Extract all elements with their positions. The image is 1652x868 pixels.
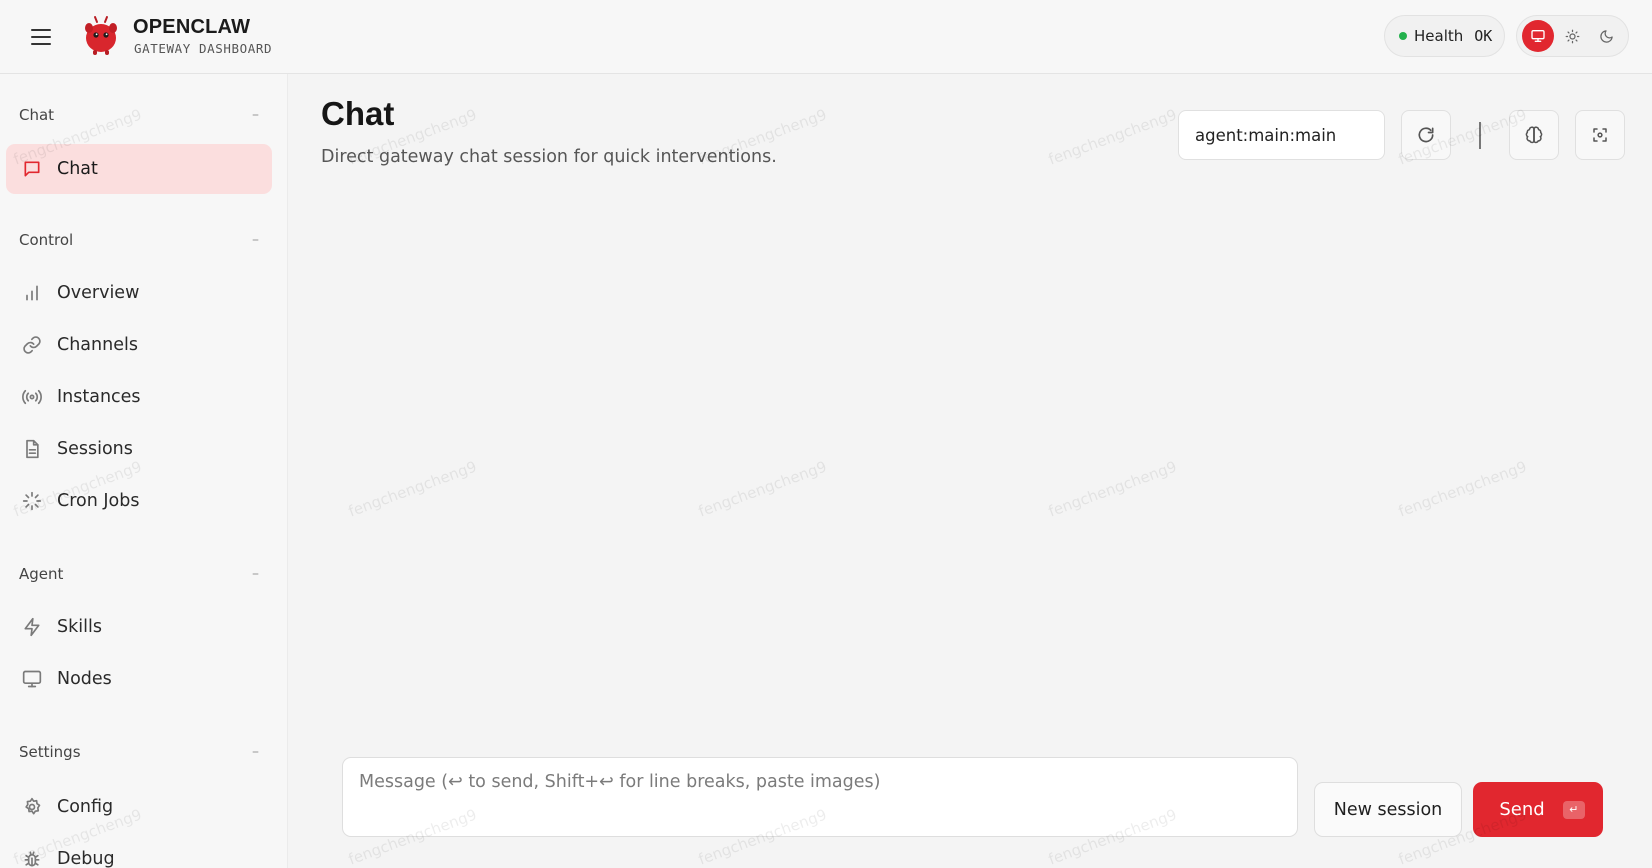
openclaw-logo-icon xyxy=(85,16,117,55)
sidebar-item-chat[interactable]: Chat xyxy=(6,144,272,194)
lightning-icon xyxy=(21,616,43,638)
sidebar-group-chat[interactable]: Chat – xyxy=(19,104,259,126)
sidebar-item-sessions[interactable]: Sessions xyxy=(6,424,272,474)
sidebar-item-overview[interactable]: Overview xyxy=(6,268,272,318)
brand-title: OPENCLAW xyxy=(133,16,251,38)
file-text-icon xyxy=(21,438,43,460)
collapse-icon[interactable]: – xyxy=(252,107,259,123)
session-key-input[interactable] xyxy=(1178,110,1385,160)
sidebar-group-label: Control xyxy=(19,231,74,249)
sidebar-item-label: Debug xyxy=(57,849,115,868)
sidebar-item-label: Nodes xyxy=(57,669,112,689)
top-bar: OPENCLAW GATEWAY DASHBOARD Health OK xyxy=(0,0,1652,74)
sidebar-item-config[interactable]: Config xyxy=(6,782,272,832)
brand-subtitle: GATEWAY DASHBOARD xyxy=(134,41,273,56)
toolbar-divider xyxy=(1479,122,1481,149)
sidebar-group-settings[interactable]: Settings – xyxy=(19,741,259,763)
moon-icon xyxy=(1600,29,1614,43)
theme-light-button[interactable] xyxy=(1556,20,1588,52)
sun-icon xyxy=(1565,29,1580,43)
health-status-badge: Health OK xyxy=(1384,15,1505,57)
send-button[interactable]: Send ↵ xyxy=(1473,782,1603,837)
collapse-icon[interactable]: – xyxy=(252,744,259,760)
sidebar-item-label: Instances xyxy=(57,387,141,407)
sidebar-group-label: Agent xyxy=(19,565,64,583)
sidebar-item-label: Sessions xyxy=(57,439,133,459)
brain-icon xyxy=(1525,126,1543,144)
message-square-icon xyxy=(21,158,43,180)
sidebar-item-debug[interactable]: Debug xyxy=(6,834,272,868)
sidebar-group-label: Chat xyxy=(19,106,55,124)
sidebar-item-label: Cron Jobs xyxy=(57,491,140,511)
watermark-text: fengchengcheng9 xyxy=(1395,457,1530,521)
send-button-label: Send xyxy=(1499,799,1545,820)
sidebar-item-label: Channels xyxy=(57,335,138,355)
theme-dark-button[interactable] xyxy=(1591,20,1623,52)
app-root: OPENCLAW GATEWAY DASHBOARD Health OK Cha… xyxy=(0,0,1652,868)
sidebar-item-nodes[interactable]: Nodes xyxy=(6,654,272,704)
gear-icon xyxy=(21,796,43,818)
bug-icon xyxy=(21,848,43,868)
theme-system-button[interactable] xyxy=(1522,20,1555,52)
focus-icon xyxy=(1593,128,1607,142)
sidebar-item-skills[interactable]: Skills xyxy=(6,602,272,652)
page-title: Chat xyxy=(321,95,395,132)
health-ok-dot-icon xyxy=(1399,32,1407,40)
monitor-icon xyxy=(1531,29,1545,42)
sidebar-item-cron-jobs[interactable]: Cron Jobs xyxy=(6,476,272,526)
enter-key-icon: ↵ xyxy=(1562,800,1585,819)
refresh-button[interactable] xyxy=(1401,110,1451,160)
radio-broadcast-icon xyxy=(21,386,43,408)
sidebar-item-label: Overview xyxy=(57,283,140,303)
thinking-toggle-button[interactable] xyxy=(1509,110,1559,160)
message-input[interactable] xyxy=(342,757,1298,837)
health-value: OK xyxy=(1474,27,1493,45)
watermark-text: fengchengcheng9 xyxy=(695,457,830,521)
sidebar: Chat – Chat Control – Overview Channels xyxy=(0,74,288,868)
collapse-icon[interactable]: – xyxy=(252,232,259,248)
sidebar-item-instances[interactable]: Instances xyxy=(6,372,272,422)
bar-chart-icon xyxy=(21,282,43,304)
sidebar-item-label: Config xyxy=(57,797,114,817)
sidebar-group-agent[interactable]: Agent – xyxy=(19,563,259,585)
collapse-icon[interactable]: – xyxy=(252,566,259,582)
sidebar-item-label: Skills xyxy=(57,617,102,637)
sidebar-item-label: Chat xyxy=(57,159,98,179)
sidebar-item-channels[interactable]: Channels xyxy=(6,320,272,370)
page-subtitle: Direct gateway chat session for quick in… xyxy=(321,147,777,167)
watermark-text: fengchengcheng9 xyxy=(1045,457,1180,521)
loader-icon xyxy=(21,490,43,512)
link-icon xyxy=(21,334,43,356)
theme-switcher xyxy=(1516,15,1629,57)
hamburger-menu-icon[interactable] xyxy=(22,22,60,52)
sidebar-group-control[interactable]: Control – xyxy=(19,229,259,251)
refresh-icon xyxy=(1418,127,1434,143)
monitor-icon xyxy=(21,668,43,690)
sidebar-group-label: Settings xyxy=(19,743,81,761)
focus-mode-button[interactable] xyxy=(1575,110,1625,160)
health-label: Health xyxy=(1414,27,1464,45)
watermark-text: fengchengcheng9 xyxy=(345,457,480,521)
new-session-button[interactable]: New session xyxy=(1314,782,1462,837)
watermark-text: fengchengcheng9 xyxy=(1045,105,1180,169)
